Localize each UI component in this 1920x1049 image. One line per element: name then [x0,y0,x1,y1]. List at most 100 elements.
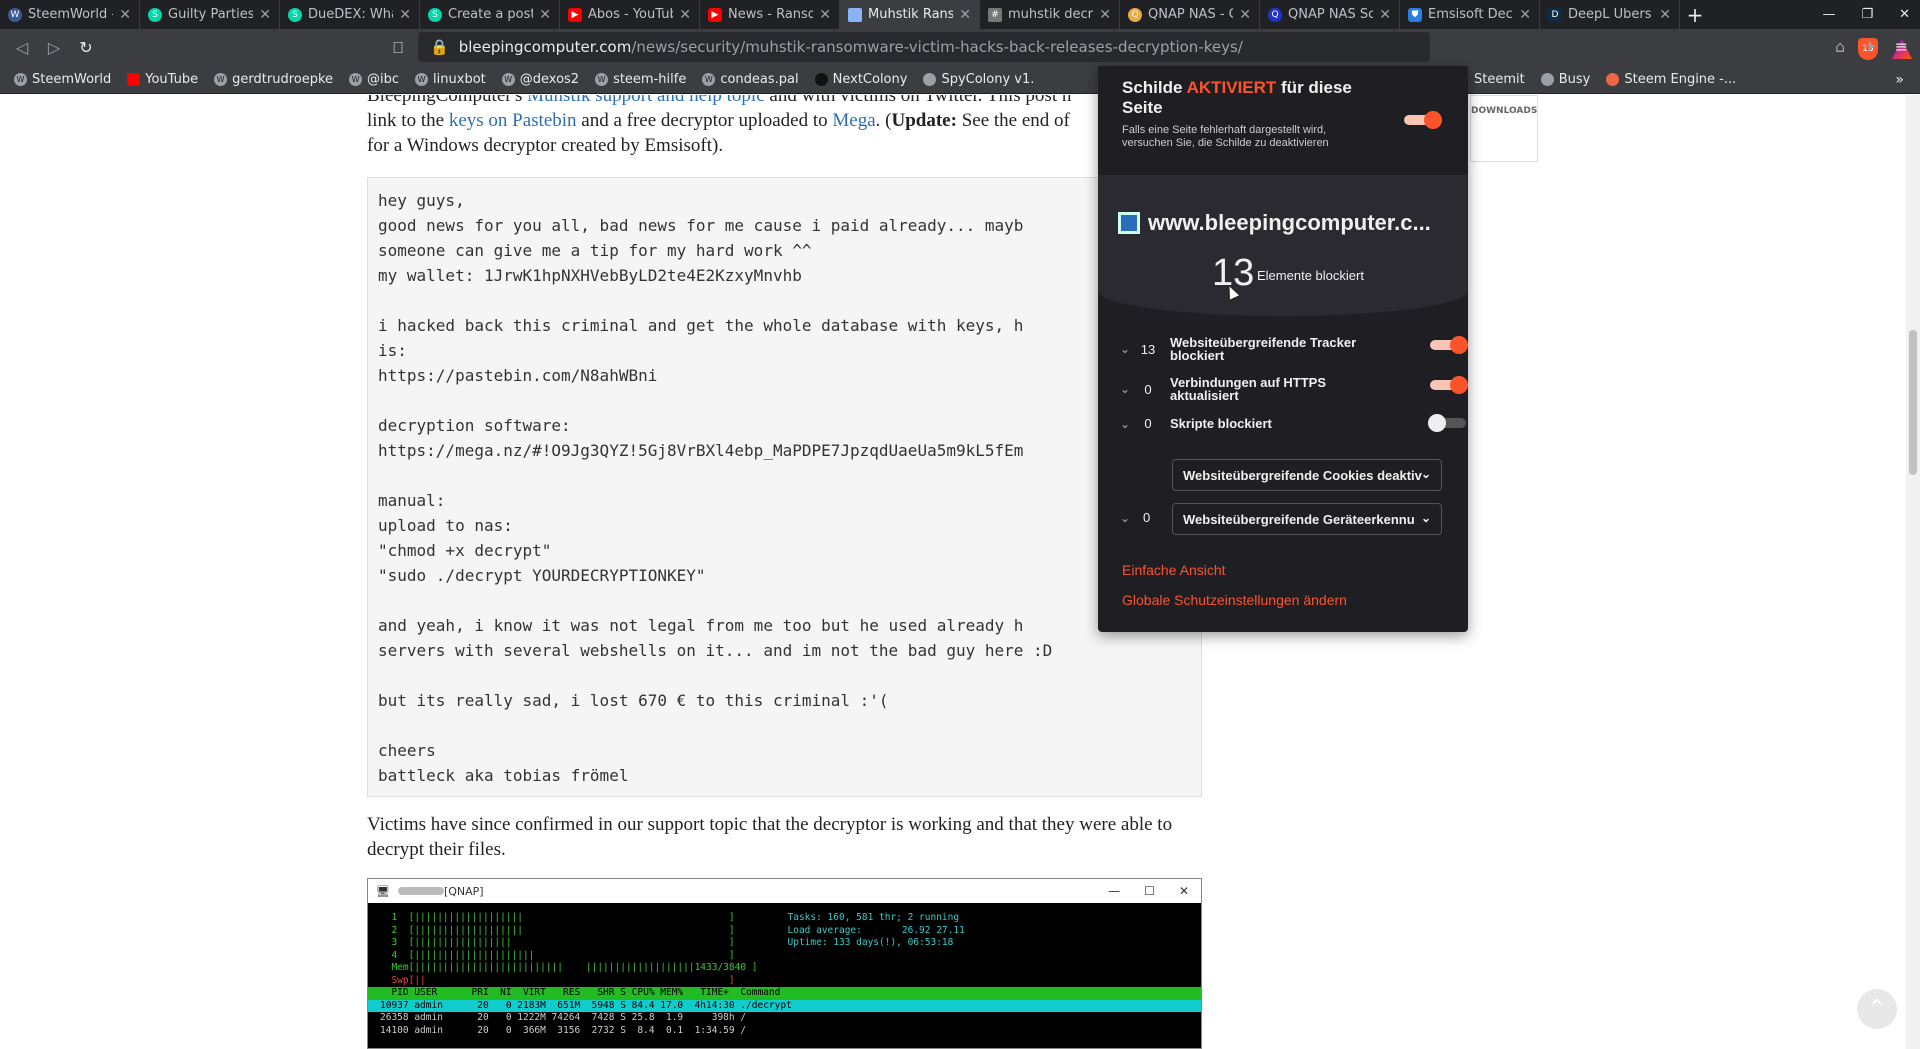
putty-icon: 🖥 [376,884,390,898]
scripts-row[interactable]: ⌄ 0 Skripte blockiert [1120,414,1466,432]
downloads-widget[interactable]: DOWNLOADS [1470,95,1538,162]
page-scrollbar[interactable] [1906,95,1920,1049]
bookmark-icon[interactable]: ⎕ [382,38,414,58]
close-tab-icon[interactable]: ✕ [1099,7,1111,23]
chevron-down-icon[interactable]: ⌄ [1120,417,1134,431]
browser-tab[interactable]: D DeepL Übers ✕ [1540,0,1680,29]
web-page: BleepingComputer's Muhstik support and h… [0,95,1906,1049]
new-tab-button[interactable]: + [1680,3,1710,27]
steem-icon: W [595,73,609,86]
close-tab-icon[interactable]: ✕ [1519,7,1531,23]
cookies-select[interactable]: Websiteübergreifende Cookies deaktiv ⌄ [1172,459,1442,491]
shields-site-summary: www.bleepingcomputer.c... 13 Elemente bl… [1098,176,1468,316]
shields-title: Schilde AKTIVIERT für diese Seite [1122,78,1352,117]
qnap-icon: Q [1268,7,1282,22]
browser-toolbar: ◁ ▷ ↻ ⎕ 🔒 bleepingcomputer.com/news/secu… [0,29,1920,66]
simple-view-link[interactable]: Einfache Ansicht [1122,562,1226,578]
close-tab-icon[interactable]: ✕ [1239,7,1251,23]
back-icon[interactable]: ◁ [6,38,38,57]
browser-tab[interactable]: ▶ News - Ranso ✕ [700,0,840,29]
fingerprint-row[interactable]: ⌄ 0 [1120,510,1160,525]
browser-tab-active[interactable]: Muhstik Rans ✕ [840,0,980,29]
bookmark-item[interactable]: Wgerdtrudroepke [214,72,333,87]
chevron-down-icon[interactable]: ⌄ [1120,342,1134,356]
steemit-icon: S [148,7,162,22]
maximize-icon[interactable]: ❐ [1861,7,1873,22]
chevron-down-icon: ⌄ [1420,511,1431,525]
bookmark-item[interactable]: Wlinuxbot [415,72,486,87]
browser-tab[interactable]: ▶ Abos - YouTub ✕ [560,0,700,29]
close-window-icon[interactable]: ✕ [1899,7,1910,22]
bookmark-item[interactable]: W SteemWorld [14,72,111,87]
scrollbar-thumb[interactable] [1909,330,1917,475]
close-tab-icon[interactable]: ✕ [259,7,271,23]
bookmark-item[interactable]: Busy [1540,72,1590,87]
trackers-row[interactable]: ⌄ 13 Websiteübergreifende Tracker blockier… [1120,336,1468,362]
browser-tab[interactable]: Q QNAP NAS Sc ✕ [1260,0,1400,29]
https-toggle[interactable] [1430,376,1468,394]
bookmark-item[interactable]: W @dexos2 [501,72,579,87]
youtube-icon: ▶ [708,7,722,22]
spycolony-icon [923,73,937,86]
toolbar-extensions: ⌂ ✈ ≡ [1835,37,1908,56]
youtube-icon: ▶ [568,7,582,22]
bookmark-item[interactable]: Steem Engine -... [1606,72,1736,87]
browser-tab[interactable]: S Guilty Parties ✕ [140,0,280,29]
translate-icon[interactable]: ⌂ [1835,37,1845,56]
bookmark-item[interactable]: Wsteem-hilfe [595,72,686,87]
global-settings-link[interactable]: Globale Schutzeinstellungen ändern [1122,592,1347,608]
hacker-message-code-block: hey guys, good news for you all, bad new… [367,177,1202,797]
browser-tab[interactable]: S Create a post ✕ [420,0,560,29]
browser-tab[interactable]: Q QNAP NAS - C ✕ [1120,0,1260,29]
menu-icon[interactable]: ≡ [1895,37,1908,56]
scroll-to-top-button[interactable]: ⌃ [1857,989,1897,1029]
address-bar[interactable]: 🔒 bleepingcomputer.com/news/security/muh… [418,32,1912,62]
chevron-down-icon: ⌄ [1420,467,1431,481]
youtube-icon [127,73,141,86]
trackers-toggle[interactable] [1430,336,1468,354]
browser-tab[interactable]: WSteemWorld - S✕ [0,0,140,29]
close-tab-icon[interactable]: ✕ [119,7,131,23]
shields-master-toggle[interactable] [1404,111,1442,129]
https-row[interactable]: ⌄ 0 Verbindungen auf HTTPS aktualisiert [1120,376,1468,402]
mega-link[interactable]: Mega [832,110,875,131]
close-tab-icon[interactable]: ✕ [1379,7,1391,23]
close-tab-icon[interactable]: ✕ [959,7,971,23]
bleepingcomputer-icon [848,7,862,22]
bookmark-item[interactable]: NextColony [814,72,907,87]
extension-icon[interactable]: ✈ [1863,37,1876,56]
bookmark-item[interactable]: SpyColony v1. [923,72,1034,87]
reload-icon[interactable]: ↻ [70,38,102,57]
article-paragraph: Victims have since confirmed in our supp… [367,814,1173,860]
close-tab-icon[interactable]: ✕ [679,7,691,23]
blocked-count-label: Elemente blockiert [1257,268,1364,283]
chevron-down-icon[interactable]: ⌄ [1120,511,1133,525]
support-topic-link[interactable]: Muhstik support and help topic [527,95,764,106]
close-tab-icon[interactable]: ✕ [399,7,411,23]
bookmark-item[interactable]: Wcondeas.pal [702,72,799,87]
minimize-icon[interactable]: — [1822,7,1835,22]
steem-icon: W [214,73,228,86]
pastebin-link[interactable]: keys on Pastebin [449,110,577,131]
close-tab-icon[interactable]: ✕ [1659,7,1671,23]
steem-icon: W [702,73,716,86]
browser-tab[interactable]: S DueDEX: Wha ✕ [280,0,420,29]
bookmark-item[interactable]: W @ibc [349,72,399,87]
steem-icon: W [501,73,515,86]
close-tab-icon[interactable]: ✕ [819,7,831,23]
steem-icon: W [349,73,363,86]
terminal-screenshot: 🖥 [QNAP] — ☐ ✕ 1 [||||||||||||||||||| ] 2 [|… [367,878,1202,1049]
bookmark-item[interactable]: Steemit [1474,72,1525,87]
bookmark-item[interactable]: YouTube [127,72,198,87]
chevron-down-icon[interactable]: ⌄ [1120,382,1134,396]
scripts-toggle[interactable] [1428,414,1466,432]
forward-icon[interactable]: ▷ [38,38,70,57]
browser-tab[interactable]: ⛊ Emsisoft Dec ✕ [1400,0,1540,29]
close-tab-icon[interactable]: ✕ [539,7,551,23]
htop-output: 1 [||||||||||||||||||| ] 2 [||||||||||||… [368,903,1201,1046]
browser-tab[interactable]: # muhstik decr ✕ [980,0,1120,29]
fingerprinting-select[interactable]: Websiteübergreifende Geräteerkennu ⌄ [1172,503,1442,535]
wikihow-icon: # [988,7,1002,22]
steem-icon: W [415,73,429,86]
more-bookmarks-icon[interactable]: » [1895,72,1904,88]
